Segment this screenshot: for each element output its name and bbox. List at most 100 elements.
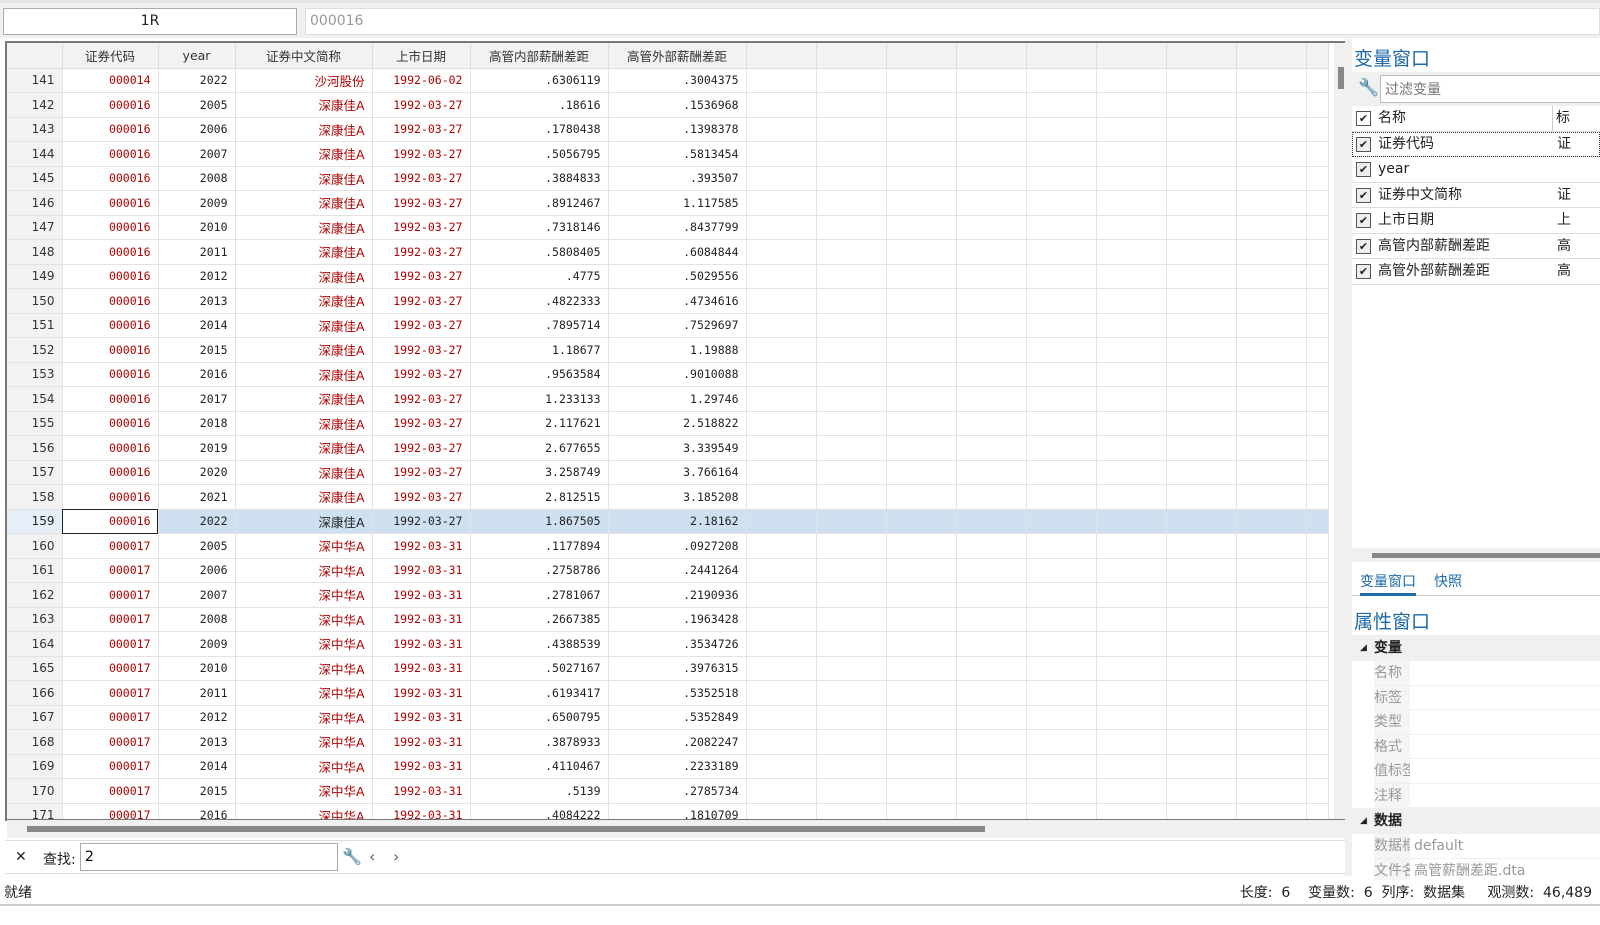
empty-cell[interactable] <box>746 117 817 142</box>
empty-cell[interactable] <box>1166 656 1237 681</box>
empty-cell[interactable] <box>1306 435 1329 461</box>
table-cell[interactable]: .1810709 <box>608 803 747 819</box>
empty-cell[interactable] <box>1236 558 1307 583</box>
empty-cell[interactable] <box>1096 166 1167 191</box>
empty-cell[interactable] <box>956 190 1027 216</box>
table-cell[interactable]: .1536968 <box>608 92 747 118</box>
empty-cell[interactable] <box>1166 288 1237 314</box>
empty-cell[interactable] <box>816 141 887 167</box>
table-cell[interactable]: .18616 <box>470 92 609 118</box>
empty-cell[interactable] <box>886 141 957 167</box>
table-cell[interactable]: .6306119 <box>470 68 609 93</box>
empty-cell[interactable] <box>1236 607 1307 632</box>
empty-cell[interactable] <box>1236 117 1307 142</box>
table-cell[interactable]: 000017 <box>62 754 159 779</box>
empty-cell[interactable] <box>886 68 957 93</box>
empty-cell[interactable] <box>746 754 817 779</box>
empty-cell[interactable] <box>956 117 1027 142</box>
empty-cell[interactable] <box>886 288 957 314</box>
empty-cell[interactable] <box>1026 386 1097 412</box>
table-cell[interactable]: .1963428 <box>608 607 747 632</box>
empty-cell[interactable] <box>1026 362 1097 387</box>
table-cell[interactable]: 1992-03-27 <box>372 215 471 240</box>
empty-cell[interactable] <box>1236 509 1307 534</box>
column-header-label[interactable]: 标 <box>1552 106 1570 131</box>
table-row[interactable]: 169 000017 2014 深中华A 1992-03-31.4110467.2233… <box>7 754 1329 779</box>
empty-cell[interactable] <box>1166 484 1237 510</box>
table-row[interactable]: 150 000016 2013 深康佳A 1992-03-27.4822333.4734… <box>7 288 1329 314</box>
empty-cell[interactable] <box>746 460 817 485</box>
empty-cell[interactable] <box>886 656 957 681</box>
table-cell[interactable]: .2190936 <box>608 582 747 608</box>
table-cell[interactable]: 2015 <box>158 337 236 363</box>
empty-cell[interactable] <box>746 435 817 461</box>
empty-cell[interactable] <box>1166 754 1237 779</box>
empty-cell[interactable] <box>1026 435 1097 461</box>
empty-cell[interactable] <box>1166 729 1237 755</box>
table-cell[interactable]: 深中华A <box>235 754 373 779</box>
empty-cell[interactable] <box>886 705 957 730</box>
table-cell[interactable]: 深中华A <box>235 582 373 608</box>
table-row[interactable]: 156 000016 2019 深康佳A 1992-03-27 2.677655 3.339… <box>7 435 1329 461</box>
empty-cell[interactable] <box>1236 705 1307 730</box>
table-cell[interactable]: 2.812515 <box>470 484 609 510</box>
table-cell[interactable]: .7895714 <box>470 313 609 338</box>
empty-cell[interactable] <box>1306 754 1329 779</box>
empty-cell[interactable] <box>746 803 817 819</box>
empty-cell[interactable] <box>886 92 957 118</box>
table-cell[interactable]: 深中华A <box>235 778 373 804</box>
table-cell[interactable]: 深中华A <box>235 631 373 657</box>
table-cell[interactable]: 1992-03-31 <box>372 558 471 583</box>
empty-cell[interactable] <box>1236 484 1307 510</box>
table-row[interactable]: 170 000017 2015 深中华A 1992-03-31.5139.2785734 <box>7 778 1329 804</box>
table-cell[interactable]: .2441264 <box>608 558 747 583</box>
table-cell[interactable]: .3004375 <box>608 68 747 93</box>
empty-cell[interactable] <box>816 729 887 755</box>
empty-cell[interactable] <box>746 288 817 314</box>
empty-cell[interactable] <box>1306 288 1329 314</box>
empty-cell[interactable] <box>746 264 817 289</box>
empty-cell[interactable] <box>1096 729 1167 755</box>
empty-cell[interactable] <box>1166 92 1237 118</box>
empty-cell[interactable] <box>816 411 887 436</box>
empty-cell[interactable] <box>956 631 1027 657</box>
table-cell[interactable]: 000016 <box>62 460 159 485</box>
empty-cell[interactable] <box>746 68 817 93</box>
empty-cell[interactable] <box>956 166 1027 191</box>
table-cell[interactable]: 2005 <box>158 533 236 559</box>
table-cell[interactable]: 2019 <box>158 435 236 461</box>
empty-cell[interactable] <box>956 264 1027 289</box>
empty-cell[interactable] <box>746 509 817 534</box>
table-cell[interactable]: 3.766164 <box>608 460 747 485</box>
empty-cell[interactable] <box>1166 239 1237 265</box>
scroll-thumb[interactable] <box>27 826 985 832</box>
empty-cell[interactable] <box>1236 803 1307 819</box>
table-cell[interactable]: .3976315 <box>608 656 747 681</box>
section-variable[interactable]: ◢ 变量 <box>1352 635 1600 661</box>
empty-cell[interactable] <box>1096 362 1167 387</box>
empty-cell[interactable] <box>816 460 887 485</box>
empty-cell[interactable] <box>886 190 957 216</box>
table-cell[interactable]: 1.867505 <box>470 509 609 534</box>
empty-cell[interactable] <box>1166 117 1237 142</box>
property-row[interactable]: 名称 <box>1374 661 1600 686</box>
table-cell[interactable]: 深中华A <box>235 558 373 583</box>
empty-cell[interactable] <box>1026 607 1097 632</box>
table-cell[interactable]: 1992-03-31 <box>372 533 471 559</box>
table-cell[interactable]: 2009 <box>158 190 236 216</box>
empty-cell[interactable] <box>1306 509 1329 534</box>
table-cell[interactable]: .9010088 <box>608 362 747 387</box>
empty-cell[interactable] <box>1026 656 1097 681</box>
empty-cell[interactable] <box>1096 313 1167 338</box>
variable-checkbox[interactable]: ✔ <box>1356 213 1371 228</box>
empty-cell[interactable] <box>1306 705 1329 730</box>
variable-item[interactable]: ✔ 证券中文简称 证 <box>1352 183 1600 208</box>
empty-cell[interactable] <box>886 264 957 289</box>
table-row[interactable]: 144 000016 2007 深康佳A 1992-03-27.5056795.5813… <box>7 141 1329 167</box>
empty-cell[interactable] <box>1026 729 1097 755</box>
splitter[interactable] <box>1345 38 1352 876</box>
empty-cell[interactable] <box>746 533 817 559</box>
table-cell[interactable]: 深康佳A <box>235 239 373 265</box>
empty-cell[interactable] <box>746 215 817 240</box>
table-cell[interactable]: .3884833 <box>470 166 609 191</box>
